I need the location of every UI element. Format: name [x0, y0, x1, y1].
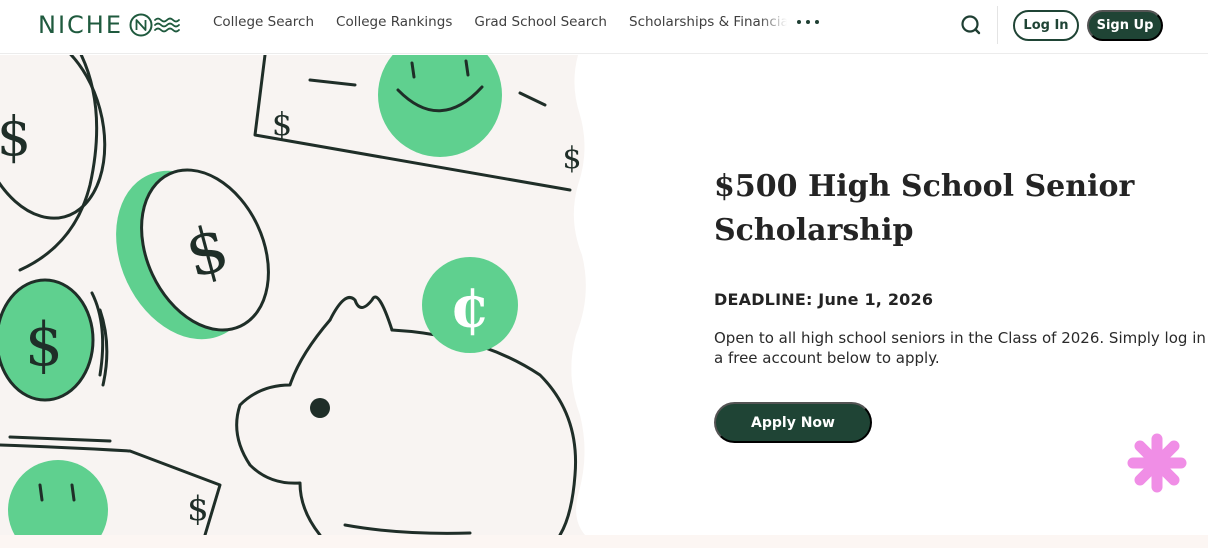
main-nav: College Search College Rankings Grad Sch…: [213, 14, 821, 30]
art-cent: ¢: [450, 273, 490, 341]
signup-button[interactable]: Sign Up: [1087, 10, 1163, 41]
logo-wordmark: NICHE: [38, 11, 123, 39]
logo-mark-icon: [129, 12, 181, 38]
description-line-2: a free account below to apply.: [714, 349, 940, 367]
search-icon[interactable]: [958, 12, 984, 38]
hero-illustration: $ $ ¢ $ $ $ $: [0, 30, 600, 548]
niche-logo[interactable]: NICHE: [38, 10, 181, 40]
description-line-1: Open to all high school seniors in the C…: [714, 329, 1208, 347]
scholarship-description: Open to all high school seniors in the C…: [714, 328, 1208, 370]
site-header: NICHE College Search College Rankings Gr…: [0, 0, 1208, 54]
art-dollar-2: $: [25, 310, 63, 380]
nav-grad-school-search[interactable]: Grad School Search: [474, 14, 607, 30]
sparkle-decoration-icon: [1127, 433, 1187, 493]
scholarship-deadline: DEADLINE: June 1, 2026: [714, 290, 934, 309]
hero-bottom-band: [0, 535, 1208, 548]
nav-college-search[interactable]: College Search: [213, 14, 314, 30]
nav-scholarships[interactable]: Scholarships & Financial Aid: [629, 14, 787, 30]
apply-now-button[interactable]: Apply Now: [714, 402, 872, 443]
art-dollar-6: $: [0, 105, 31, 168]
header-divider: [997, 6, 998, 44]
login-button[interactable]: Log In: [1013, 10, 1079, 41]
scholarship-title: $500 High School Senior Scholarship: [714, 169, 1135, 248]
art-dollar-3: $: [272, 105, 292, 143]
nav-college-rankings[interactable]: College Rankings: [336, 14, 452, 30]
art-dollar-4: $: [562, 141, 581, 176]
art-dollar-5: $: [187, 489, 209, 529]
more-dots-icon[interactable]: [795, 16, 821, 28]
